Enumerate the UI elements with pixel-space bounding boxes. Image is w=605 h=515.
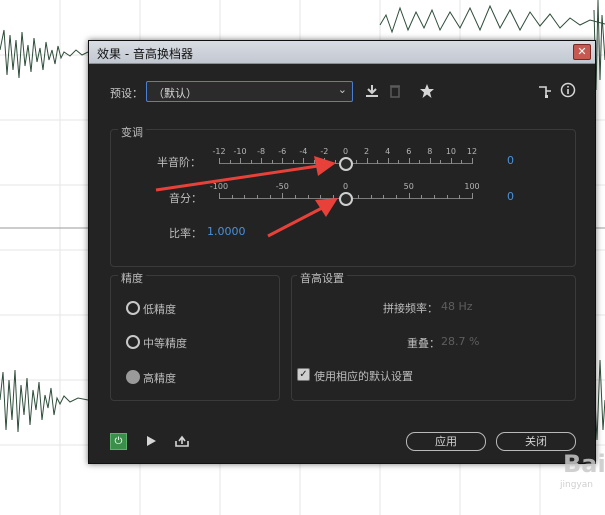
annotation-arrows bbox=[155, 156, 338, 238]
watermark-sub: jingyan bbox=[560, 480, 593, 490]
watermark-logo: Bai bbox=[563, 450, 605, 478]
arrow-to-semitone bbox=[155, 156, 336, 192]
arrow-to-cents bbox=[267, 198, 338, 238]
